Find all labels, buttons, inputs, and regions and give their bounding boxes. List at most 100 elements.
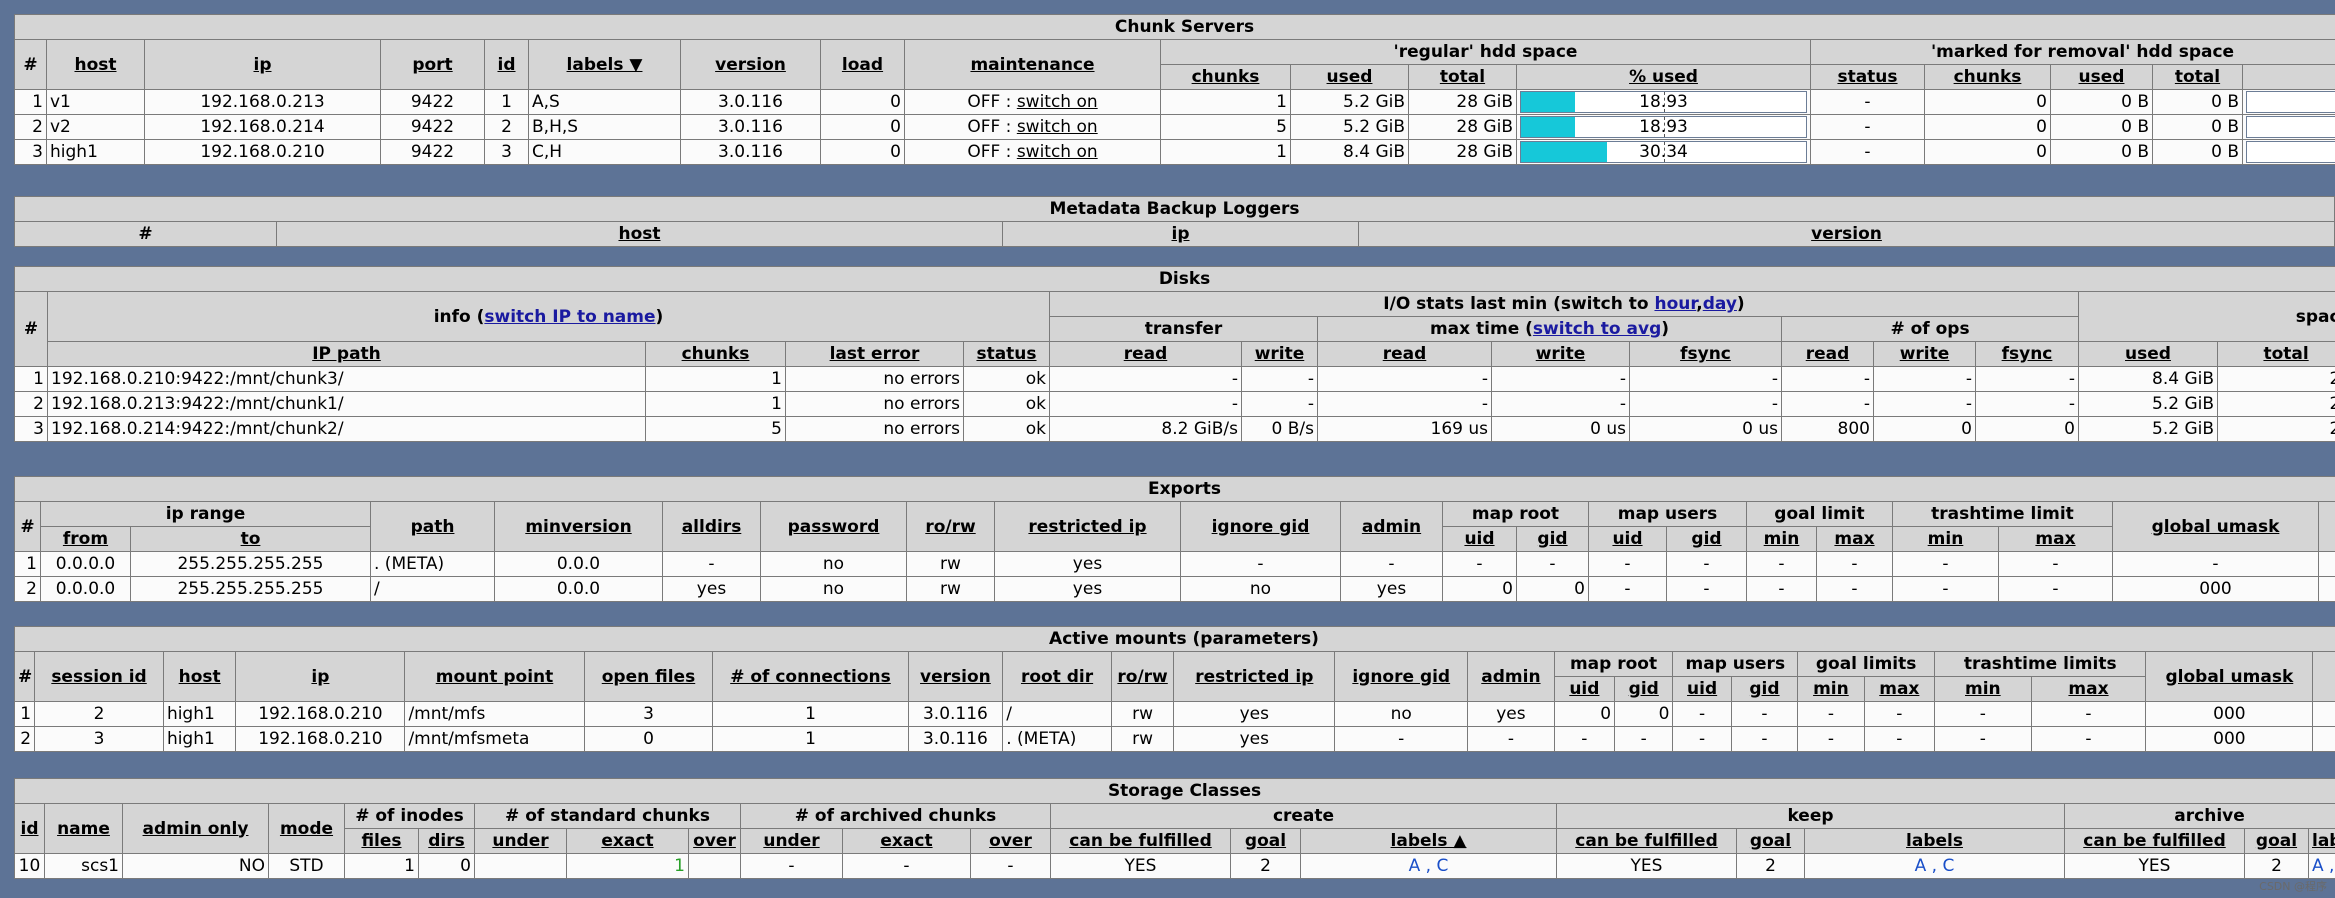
- col-path[interactable]: path: [370, 501, 495, 552]
- col-std-exact[interactable]: exact: [566, 828, 689, 854]
- col-goal-min[interactable]: min: [1746, 526, 1817, 552]
- col-ip[interactable]: ip: [1002, 221, 1359, 247]
- col-global-umask[interactable]: global umask: [2145, 651, 2314, 702]
- switch-on-link[interactable]: switch on: [1017, 142, 1098, 162]
- col-host[interactable]: host: [46, 39, 145, 90]
- col-ip[interactable]: ip: [144, 39, 381, 90]
- col-root-uid[interactable]: uid: [1442, 526, 1517, 552]
- col-rorw[interactable]: ro/rw: [1110, 651, 1175, 702]
- col-global-umask[interactable]: global umask: [2112, 501, 2319, 552]
- col-version[interactable]: version: [907, 651, 1004, 702]
- col-m-total[interactable]: total: [2152, 64, 2243, 90]
- col-std-under[interactable]: under: [474, 828, 567, 854]
- switch-ip-to-name-link[interactable]: switch IP to name: [484, 307, 655, 327]
- col-root-uid[interactable]: uid: [1553, 676, 1616, 702]
- col-archive-goal[interactable]: goal: [2244, 828, 2309, 854]
- col-labels[interactable]: labels ▼: [528, 39, 681, 90]
- col-trash-max[interactable]: max: [2030, 676, 2147, 702]
- col-arch-under[interactable]: under: [740, 828, 843, 854]
- col-restricted-ip[interactable]: restricted ip: [1173, 651, 1336, 702]
- col-status[interactable]: status: [963, 341, 1050, 367]
- col-version[interactable]: version: [1357, 221, 2335, 247]
- col-goal-max[interactable]: max: [1816, 526, 1893, 552]
- col-load[interactable]: load: [820, 39, 905, 90]
- col-users-gid[interactable]: gid: [1666, 526, 1747, 552]
- col-restricted-ip[interactable]: restricted ip: [994, 501, 1181, 552]
- col-open-files[interactable]: open files: [583, 651, 714, 702]
- col-keep-fulfilled[interactable]: can be fulfilled: [1556, 828, 1737, 854]
- col-used[interactable]: used: [1290, 64, 1409, 90]
- col-password[interactable]: password: [760, 501, 907, 552]
- col-users-gid[interactable]: gid: [1730, 676, 1799, 702]
- col-ops-write[interactable]: write: [1873, 341, 1976, 367]
- col-trash-min[interactable]: min: [1892, 526, 1999, 552]
- col-host[interactable]: host: [162, 651, 237, 702]
- col-create-fulfilled[interactable]: can be fulfilled: [1050, 828, 1231, 854]
- col-pct-used[interactable]: % used: [1516, 64, 1811, 90]
- col-transfer-read[interactable]: read: [1049, 341, 1242, 367]
- col-trash-min[interactable]: min: [1934, 676, 2032, 702]
- col-chunks[interactable]: chunks: [1160, 64, 1291, 90]
- col-transfer-write[interactable]: write: [1241, 341, 1318, 367]
- col-admin-only[interactable]: admin only: [122, 803, 269, 854]
- col-host[interactable]: host: [276, 221, 1003, 247]
- col-create-goal[interactable]: goal: [1230, 828, 1301, 854]
- col-users-uid[interactable]: uid: [1588, 526, 1667, 552]
- switch-to-avg-link[interactable]: switch to avg: [1533, 319, 1661, 339]
- col-used[interactable]: used: [2078, 341, 2218, 367]
- col-id[interactable]: id: [484, 39, 529, 90]
- col-maxtime-read[interactable]: read: [1317, 341, 1492, 367]
- col-total[interactable]: total: [1408, 64, 1517, 90]
- col-last-error[interactable]: last error: [785, 341, 964, 367]
- col-port[interactable]: port: [380, 39, 485, 90]
- col-ignore-gid[interactable]: ignore gid: [1334, 651, 1469, 702]
- col-session-id[interactable]: session id: [34, 651, 164, 702]
- col-admin[interactable]: admin: [1340, 501, 1443, 552]
- switch-on-link[interactable]: switch on: [1017, 92, 1098, 112]
- switch-to-day-link[interactable]: day: [1703, 294, 1737, 314]
- col-maintenance[interactable]: maintenance: [904, 39, 1161, 90]
- col-mount-point[interactable]: mount point: [404, 651, 585, 702]
- col-create-labels[interactable]: labels ▲: [1300, 828, 1557, 854]
- col-arch-exact[interactable]: exact: [842, 828, 971, 854]
- col-goal-min[interactable]: min: [1797, 676, 1865, 702]
- col-rorw[interactable]: ro/rw: [906, 501, 995, 552]
- col-minversion[interactable]: minversion: [494, 501, 663, 552]
- col-chunks[interactable]: chunks: [645, 341, 786, 367]
- col-ip-path[interactable]: IP path: [47, 341, 646, 367]
- col-version[interactable]: version: [680, 39, 821, 90]
- col-maxtime-fsync[interactable]: fsync: [1629, 341, 1782, 367]
- col-std-over[interactable]: over: [688, 828, 741, 854]
- col-archive-fulfilled[interactable]: can be fulfilled: [2064, 828, 2245, 854]
- col-ignore-gid[interactable]: ignore gid: [1180, 501, 1341, 552]
- switch-to-hour-link[interactable]: hour: [1654, 294, 1696, 314]
- col-m-used[interactable]: used: [2050, 64, 2153, 90]
- col-files[interactable]: files: [344, 828, 419, 854]
- col-ops-fsync[interactable]: fsync: [1975, 341, 2079, 367]
- col-ip[interactable]: ip: [235, 651, 406, 702]
- col-arch-over[interactable]: over: [970, 828, 1051, 854]
- col-root-gid[interactable]: gid: [1614, 676, 1674, 702]
- col-connections[interactable]: # of connections: [712, 651, 909, 702]
- col-users-uid[interactable]: uid: [1672, 676, 1732, 702]
- col-name[interactable]: name: [44, 803, 123, 854]
- col-goal-max[interactable]: max: [1863, 676, 1936, 702]
- switch-on-link[interactable]: switch on: [1017, 117, 1098, 137]
- col-admin[interactable]: admin: [1467, 651, 1555, 702]
- col-maxtime-write[interactable]: write: [1491, 341, 1630, 367]
- col-from[interactable]: from: [40, 526, 131, 552]
- col-mode[interactable]: mode: [268, 803, 345, 854]
- col-id[interactable]: id: [14, 803, 45, 854]
- col-keep-labels[interactable]: labels: [1804, 828, 2065, 854]
- col-trash-max[interactable]: max: [1998, 526, 2113, 552]
- col-m-chunks[interactable]: chunks: [1924, 64, 2051, 90]
- col-dirs[interactable]: dirs: [418, 828, 475, 854]
- col-root-dir[interactable]: root dir: [1002, 651, 1112, 702]
- col-to[interactable]: to: [130, 526, 371, 552]
- col-alldirs[interactable]: alldirs: [662, 501, 761, 552]
- col-ops-read[interactable]: read: [1781, 341, 1874, 367]
- col-archive-labels[interactable]: labe: [2307, 828, 2335, 854]
- col-total[interactable]: total: [2216, 341, 2335, 367]
- col-status[interactable]: status: [1810, 64, 1925, 90]
- col-root-gid[interactable]: gid: [1516, 526, 1589, 552]
